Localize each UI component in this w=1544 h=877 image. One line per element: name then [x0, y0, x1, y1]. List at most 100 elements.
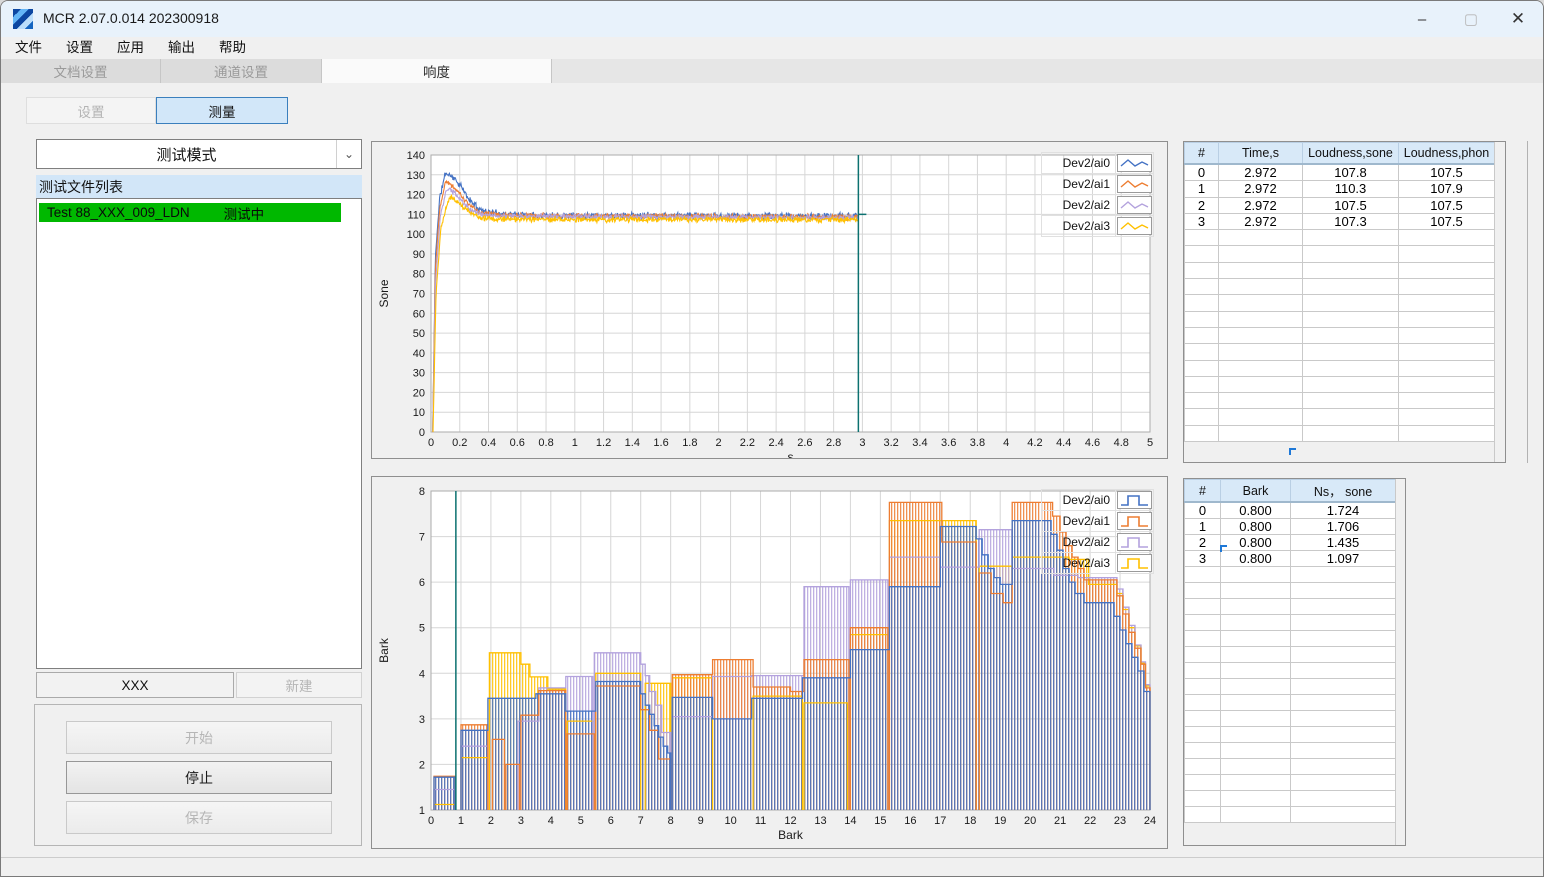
column-header[interactable]: # [1184, 479, 1221, 503]
table-cell [1184, 245, 1219, 263]
legend-label[interactable]: Dev2/ai0 [1042, 153, 1116, 174]
app-icon [13, 9, 33, 29]
close-button[interactable]: ✕ [1495, 1, 1541, 37]
table-cell [1220, 790, 1291, 807]
table-row[interactable]: 0 2.972 107.8 107.5 [1184, 163, 1495, 182]
table-cell [1398, 261, 1495, 280]
table-cell [1218, 310, 1303, 328]
svg-text:130: 130 [407, 170, 425, 182]
column-header[interactable]: Bark [1220, 479, 1291, 503]
menu-item-4[interactable]: 帮助 [207, 37, 258, 59]
legend-label[interactable]: Dev2/ai3 [1042, 216, 1116, 237]
table-row[interactable]: 0 0.800 1.724 [1184, 501, 1396, 519]
svg-text:2.4: 2.4 [768, 437, 783, 449]
table-row[interactable]: 3 2.972 107.3 107.5 [1184, 212, 1495, 231]
list-item-active-test[interactable]: Test 88_XXX_009_LDN 测试中 [39, 203, 341, 222]
test-file-list[interactable]: Test 88_XXX_009_LDN 测试中 [36, 198, 362, 669]
table-cell: 1 [1184, 518, 1221, 535]
tab-2[interactable]: 响度 [322, 59, 552, 83]
status-divider [1, 857, 1543, 858]
legend-item[interactable] [1116, 195, 1154, 216]
column-header[interactable]: Loudness,phon [1398, 142, 1495, 165]
menu-item-3[interactable]: 输出 [156, 37, 207, 59]
svg-text:3.6: 3.6 [941, 437, 956, 449]
table-cell [1220, 678, 1291, 695]
table-cell [1184, 359, 1219, 377]
table-cell [1218, 343, 1303, 361]
table-row[interactable]: 2 0.800 1.435 [1184, 534, 1396, 551]
legend-label[interactable]: Dev2/ai1 [1042, 511, 1116, 532]
tab-1[interactable]: 通道设置 [161, 59, 322, 83]
stop-button[interactable]: 停止 [66, 761, 332, 794]
start-button[interactable]: 开始 [66, 721, 332, 754]
legend-label[interactable]: Dev2/ai3 [1042, 553, 1116, 574]
minimize-button[interactable]: – [1399, 1, 1445, 37]
bar-sample-icon [1117, 491, 1152, 509]
table-cell: 107.3 [1302, 212, 1399, 231]
menu-item-1[interactable]: 设置 [54, 37, 105, 59]
subtab-settings[interactable]: 设置 [26, 97, 156, 124]
table-cell [1220, 726, 1291, 743]
table-cell [1184, 294, 1219, 312]
table-cell [1184, 726, 1221, 743]
panel-border-line [1527, 141, 1528, 463]
line-sample-icon [1117, 175, 1152, 193]
legend-label[interactable]: Dev2/ai2 [1042, 195, 1116, 216]
menu-item-0[interactable]: 文件 [3, 37, 54, 59]
table-cell [1218, 375, 1303, 394]
svg-text:30: 30 [413, 368, 425, 380]
svg-text:10: 10 [413, 407, 425, 419]
svg-text:3: 3 [419, 714, 425, 726]
legend-label[interactable]: Dev2/ai0 [1042, 490, 1116, 511]
test-mode-select[interactable]: 测试模式 ⌄ [36, 139, 362, 169]
save-button[interactable]: 保存 [66, 801, 332, 834]
table-cell [1184, 758, 1221, 775]
table-row[interactable]: 1 0.800 1.706 [1184, 518, 1396, 535]
table-cell [1220, 742, 1291, 759]
table-cell: 1 [1184, 180, 1219, 198]
tab-0[interactable]: 文档设置 [1, 59, 161, 83]
legend-label[interactable]: Dev2/ai2 [1042, 532, 1116, 553]
column-header[interactable]: Time,s [1218, 142, 1303, 165]
legend-item[interactable] [1116, 532, 1154, 553]
table-cell [1220, 710, 1291, 727]
table-row[interactable]: 2 2.972 107.5 107.5 [1184, 196, 1495, 214]
table-cell [1302, 310, 1399, 328]
column-header[interactable]: Loudness,sone [1302, 142, 1399, 165]
svg-text:4: 4 [548, 815, 554, 827]
line-sample-icon [1117, 217, 1152, 235]
table-row[interactable]: 3 0.800 1.097 [1184, 550, 1396, 567]
table-row [1184, 392, 1495, 410]
svg-text:6: 6 [419, 577, 425, 589]
legend-item[interactable] [1116, 490, 1154, 511]
legend-item[interactable] [1116, 553, 1154, 574]
table-row [1184, 229, 1495, 247]
table-cell [1184, 326, 1219, 345]
new-button[interactable]: 新建 [236, 672, 362, 698]
legend-item[interactable] [1116, 511, 1154, 532]
column-header[interactable]: # [1184, 142, 1219, 165]
table-cell [1218, 278, 1303, 296]
table-cell: 107.9 [1398, 180, 1495, 198]
window-title: MCR 2.07.0.014 202300918 [43, 10, 219, 26]
table-cell [1302, 408, 1399, 426]
maximize-button[interactable]: ▢ [1448, 1, 1494, 37]
legend-item[interactable] [1116, 174, 1154, 195]
column-header[interactable]: Ns， sone [1290, 479, 1396, 503]
legend-item[interactable] [1116, 153, 1154, 174]
table-cell [1302, 392, 1399, 410]
cell-selection-mark [1289, 448, 1296, 455]
table-cell [1398, 408, 1495, 426]
svg-text:3.8: 3.8 [970, 437, 985, 449]
subtab-measure[interactable]: 测量 [156, 97, 288, 124]
line-sample-icon [1117, 196, 1152, 214]
legend-label[interactable]: Dev2/ai1 [1042, 174, 1116, 195]
legend-item[interactable] [1116, 216, 1154, 237]
svg-text:5: 5 [419, 623, 425, 635]
table-row[interactable]: 1 2.972 110.3 107.9 [1184, 180, 1495, 198]
menu-item-2[interactable]: 应用 [105, 37, 156, 59]
table-cell [1302, 229, 1399, 247]
table-cell: 1.724 [1290, 501, 1396, 519]
xxx-button[interactable]: XXX [36, 672, 234, 698]
table-cell [1184, 229, 1219, 247]
